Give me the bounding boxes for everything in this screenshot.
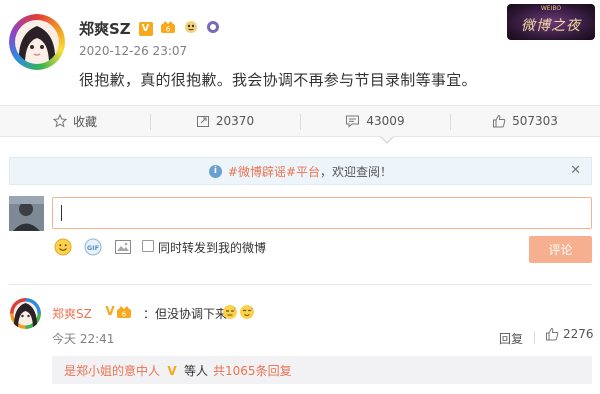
favorite-button[interactable]: 收藏 (0, 106, 150, 136)
level-badge-icon (206, 20, 220, 37)
text-cursor (61, 205, 62, 221)
reply-button[interactable]: 回复 (499, 330, 523, 347)
commenter-name[interactable]: 郑爽SZ (52, 305, 92, 322)
rumor-notice-bar: i #微博辟谣#平台 ，欢迎查阅！ ✕ (9, 157, 592, 185)
comment-button[interactable]: 43009 (300, 106, 450, 136)
post-header: 郑爽SZ V 6 (79, 18, 220, 39)
logo-text: 微博之夜 (521, 18, 581, 34)
sub-reply-total[interactable]: 共1065条回复 (213, 362, 292, 379)
notice-text: ，欢迎查阅！ (320, 164, 393, 179)
svg-text:GIF: GIF (87, 244, 99, 252)
comment-timestamp: 今天 22:41 (52, 332, 115, 346)
sub-reply-user[interactable]: 是郑小姐的意中人 (64, 362, 160, 379)
thumbs-up-icon (546, 327, 559, 341)
vip-badge-icon: V (105, 304, 115, 318)
poster-avatar[interactable] (9, 14, 65, 70)
sub-reply-people: 等人 (184, 363, 209, 378)
comment-text: ：但没协调下来 (143, 307, 228, 321)
poster-name[interactable]: 郑爽SZ (79, 18, 131, 39)
post-timestamp[interactable]: 2020-12-26 23:07 (79, 44, 187, 58)
svg-text:6: 6 (166, 26, 171, 34)
member-crown-icon: 6 (117, 306, 131, 319)
gif-icon[interactable]: GIF (84, 238, 102, 256)
svg-text:6: 6 (122, 311, 127, 319)
sweat-emoji-icon (223, 305, 237, 319)
image-icon[interactable] (114, 238, 132, 256)
repost-button[interactable]: 20370 (150, 106, 300, 136)
repost-count: 20370 (215, 114, 255, 128)
thumbs-up-icon (493, 114, 506, 128)
sweat-emoji-icon (240, 305, 254, 319)
fan-badge-icon (184, 20, 198, 37)
forward-label: 同时转发到我的微博 (158, 241, 267, 255)
vip-badge-icon: V (138, 21, 153, 36)
repost-icon (196, 116, 209, 127)
comment-caret-inner (381, 136, 393, 142)
close-icon[interactable]: ✕ (570, 163, 581, 178)
forward-checkbox[interactable] (142, 240, 154, 252)
sub-reply-summary[interactable]: 是郑小姐的意中人 V 等人 共1065条回复 (52, 356, 592, 384)
separator (534, 331, 535, 344)
comment-input[interactable] (52, 197, 592, 229)
submit-comment-button[interactable]: 评论 (529, 236, 592, 263)
current-user-avatar[interactable] (9, 196, 44, 231)
comment-icon (346, 115, 360, 128)
weibo-night-logo[interactable]: WEIBO 微博之夜 (507, 4, 595, 40)
comment-like-count: 2276 (563, 327, 594, 341)
post-content: 很抱歉，真的很抱歉。我会协调不再参与节目录制等事宜。 (79, 71, 477, 89)
commenter-avatar[interactable] (10, 298, 41, 329)
post-action-bar: 收藏 20370 43009 507303 (0, 105, 600, 137)
divider (9, 284, 592, 285)
star-icon (52, 114, 67, 128)
logo-top-text: WEIBO (540, 5, 562, 12)
notice-link[interactable]: #微博辟谣#平台 (228, 163, 320, 180)
like-count: 507303 (512, 114, 558, 128)
vip-badge-icon: V (167, 363, 177, 378)
member-crown-icon: 6 (160, 20, 176, 37)
comment-count: 43009 (366, 114, 405, 128)
emoji-icon[interactable] (54, 238, 72, 256)
info-icon: i (208, 164, 222, 178)
comment-like-button[interactable]: 2276 (545, 327, 594, 341)
like-button[interactable]: 507303 (450, 106, 600, 136)
favorite-label: 收藏 (72, 114, 97, 129)
